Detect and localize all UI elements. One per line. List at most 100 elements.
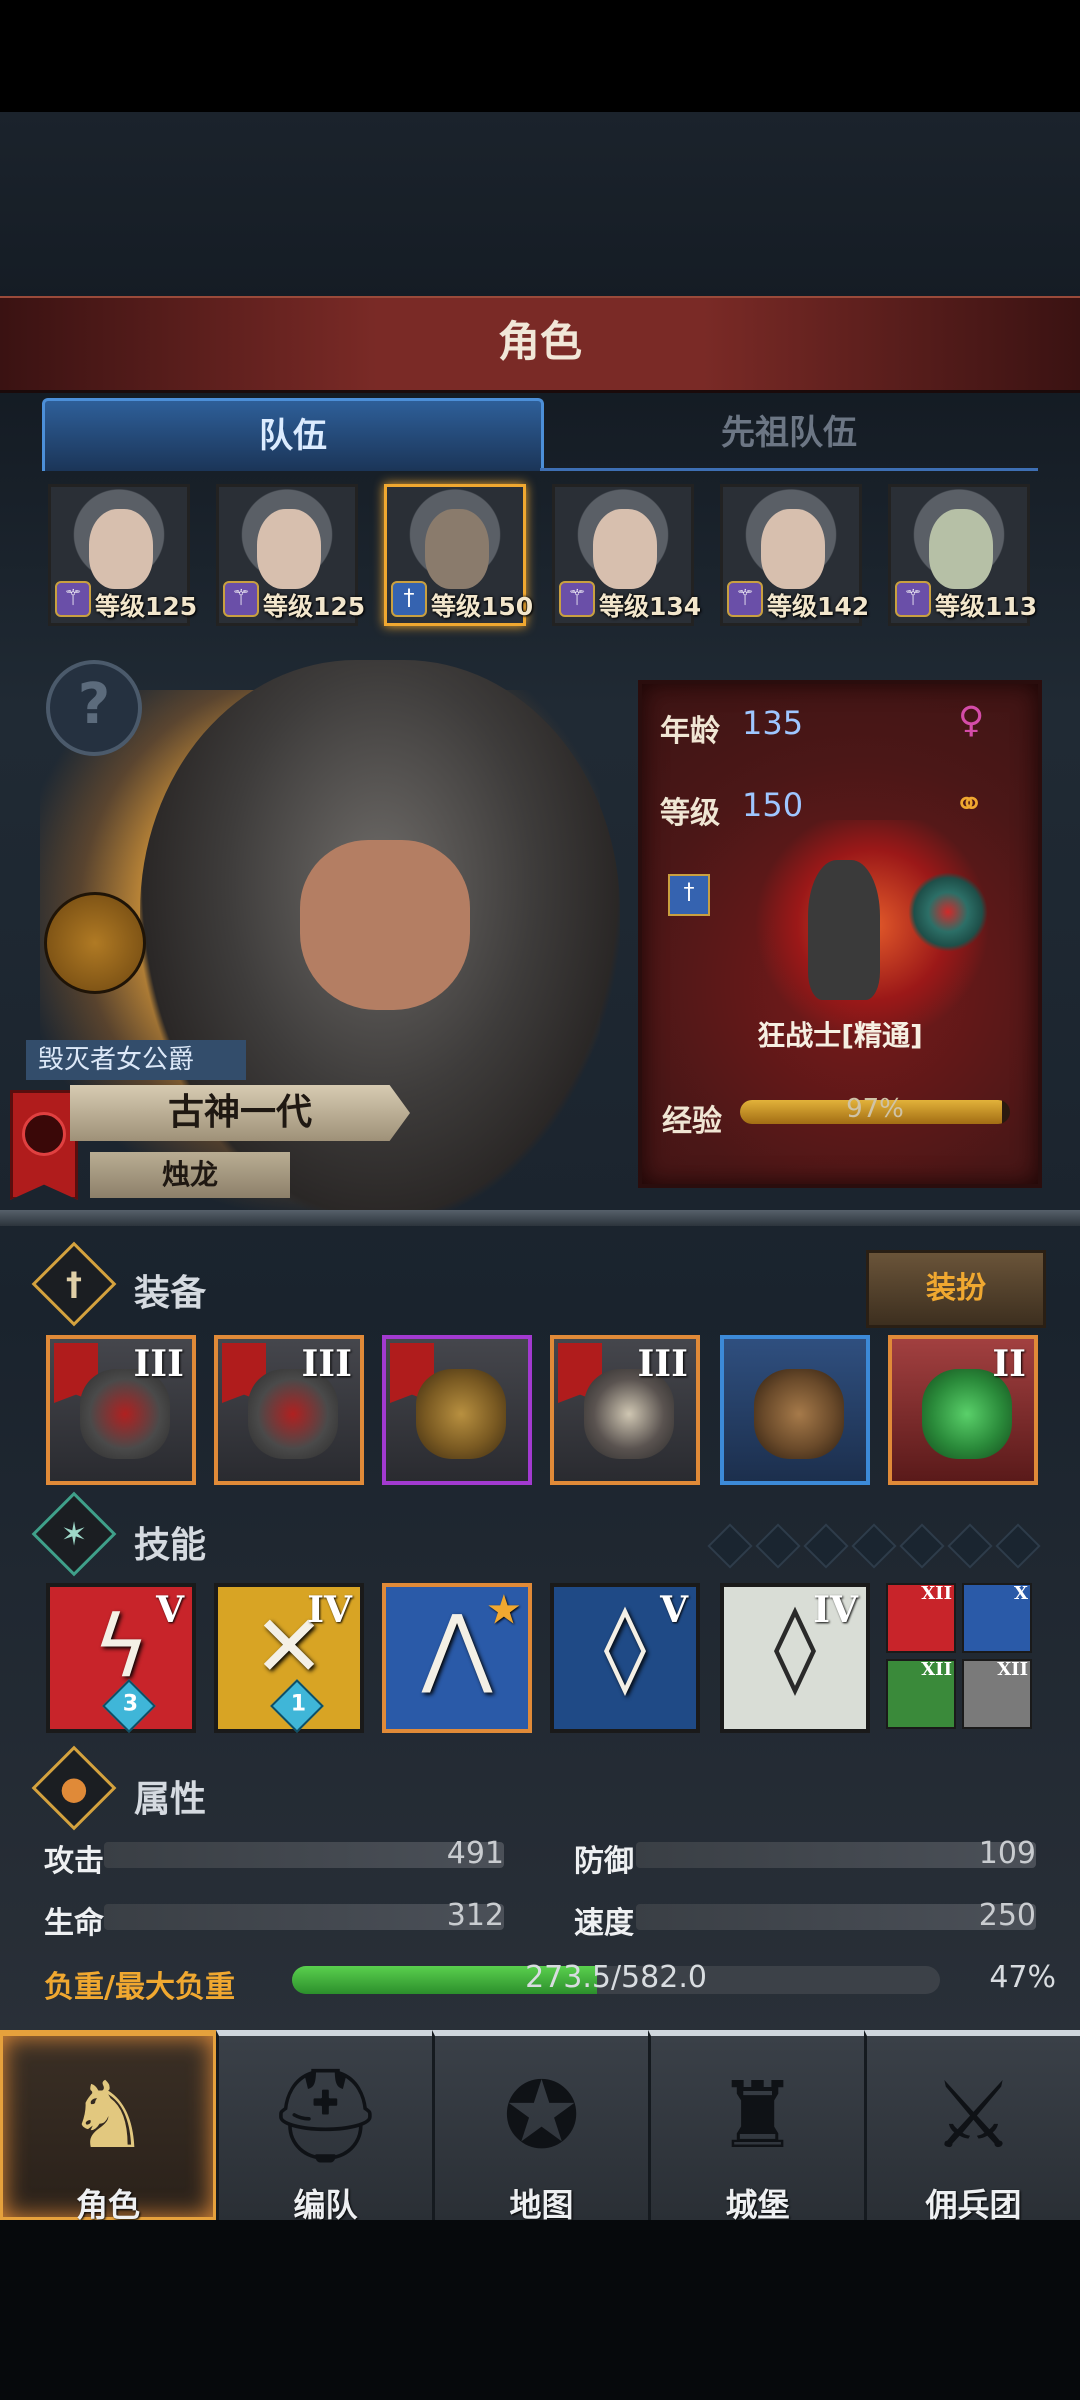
skill-tier: V [660,1589,688,1631]
equipment-slot-1[interactable]: III [46,1335,196,1485]
equipment-slot-2[interactable]: III [214,1335,364,1485]
stat-defense-label: 防御 [574,1844,634,1879]
page-title: 角色 [497,317,582,366]
stat-attack-value: 491 [446,1836,504,1871]
stat-speed-label: 速度 [574,1906,634,1941]
tier-label: II [992,1343,1026,1385]
nav-mercenary[interactable]: ⚔ 佣兵团 [864,2030,1080,2224]
sword-icon: † [391,581,427,617]
party-member-level: 等级125 [95,592,198,621]
equipment-slot-6[interactable]: II [888,1335,1038,1485]
party-member-1[interactable]: ⚚ 等级125 [48,484,197,626]
equipment-slot-3[interactable] [382,1335,532,1485]
skill-tier: V [156,1589,184,1631]
skill-slot-1[interactable]: ϟ V 3 [46,1583,196,1733]
skill-point-gem [995,1523,1041,1569]
skill-points [707,1523,1041,1569]
level-label: 等级 [660,796,720,831]
skills-title: 技能 [134,1525,207,1566]
skill-slot-3[interactable]: ⋀ ★ [382,1583,532,1733]
staff-icon: ⚚ [895,581,931,617]
help-icon[interactable]: ? [46,660,142,756]
stat-hp-value: 312 [446,1898,504,1933]
tab-ancestor-party[interactable]: 先祖队伍 [540,398,1038,471]
exp-value: 97% [846,1094,904,1124]
skill-point-gem [755,1523,801,1569]
mini-skill-grid: XII X XII XII [886,1583,1036,1733]
nav-map[interactable]: ✪ 地图 [432,2030,648,2224]
character-name[interactable]: 古神一代 [70,1085,410,1141]
staff-icon: ⚚ [223,581,259,617]
skill-slot-2[interactable]: ✕ IV 1 [214,1583,364,1733]
system-nav-bar [0,2220,1080,2400]
mercenary-icon: ⚔ [932,2062,1015,2169]
mini-skill-burst[interactable]: X [962,1583,1032,1653]
knight-icon: ♞ [66,2062,150,2169]
berserker-figure-icon [808,860,880,1000]
status-bar [0,0,1080,112]
female-icon: ♀ [958,700,985,741]
party-member-6[interactable]: ⚚ 等级113 [888,484,1037,626]
skill-point-gem [899,1523,945,1569]
stat-attack-label: 攻击 [44,1844,104,1879]
party-member-level: 等级125 [263,592,366,621]
portrait-icon [929,509,993,589]
equipment-title: 装备 [134,1273,207,1314]
staff-icon: ⚚ [55,581,91,617]
skill-slot-4[interactable]: ◊ V [550,1583,700,1733]
dress-up-button[interactable]: 装扮 [866,1250,1046,1328]
tier-label: III [637,1343,688,1385]
divider [0,1210,1080,1226]
equipment-slot-5[interactable] [720,1335,870,1485]
eye-emblem-icon [22,1112,66,1156]
castle-icon: ♜ [716,2062,799,2169]
skill-tier: IV [813,1589,858,1631]
party-member-level: 等级150 [431,592,534,621]
compass-icon: ✪ [502,2062,581,2169]
load-label: 负重/最大负重 [44,1970,235,2005]
party-member-5[interactable]: ⚚ 等级142 [720,484,869,626]
skill-point-gem [803,1523,849,1569]
portrait-icon [257,509,321,589]
party-member-2[interactable]: ⚚ 等级125 [216,484,365,626]
age-label: 年龄 [660,714,720,749]
potion-pouch-icon[interactable] [44,892,146,994]
mini-skill-sword[interactable]: XII [886,1583,956,1653]
party-member-4[interactable]: ⚚ 等级134 [552,484,701,626]
boots-icon [754,1369,844,1459]
staff-icon: ⚚ [727,581,763,617]
staff-icon: ⚚ [559,581,595,617]
portrait-icon [761,509,825,589]
ring-icon[interactable]: ⚭ [954,784,984,825]
nav-formation[interactable]: ⛑ 编队 [216,2030,432,2224]
skill-slot-5[interactable]: ◊ IV [720,1583,870,1733]
party-member-level: 等级134 [599,592,702,621]
load-percent: 47% [989,1960,1056,1995]
party-member-level: 等级113 [935,592,1038,621]
portrait-icon [89,509,153,589]
stat-hp-label: 生命 [44,1906,104,1941]
party-member-3-selected[interactable]: † 等级150 [384,484,533,626]
skill-point-gem [947,1523,993,1569]
sword-icon: † [668,874,710,916]
class-name[interactable]: 狂战士[精通] [700,1014,980,1054]
portrait-icon [425,509,489,589]
equipment-slot-4[interactable]: III [550,1335,700,1485]
mini-skill-shield[interactable]: XII [962,1659,1032,1729]
axe-icon [908,872,988,952]
character-subtitle: 烛龙 [90,1152,290,1198]
nav-character[interactable]: ♞ 角色 [0,2030,216,2224]
attributes-title: 属性 [134,1779,207,1820]
tab-party[interactable]: 队伍 [42,398,544,471]
age-value: 135 [742,704,804,742]
helmet-icon: ⛑ [267,2062,384,2169]
party-member-level: 等级142 [767,592,870,621]
skill-tier: IV [307,1589,352,1631]
hero-face [300,840,470,1010]
mini-skill-claw[interactable]: XII [886,1659,956,1729]
portrait-icon [593,509,657,589]
level-value: 150 [742,786,804,824]
nav-castle[interactable]: ♜ 城堡 [648,2030,864,2224]
stat-defense-value: 109 [978,1836,1036,1871]
skill-point-gem [851,1523,897,1569]
